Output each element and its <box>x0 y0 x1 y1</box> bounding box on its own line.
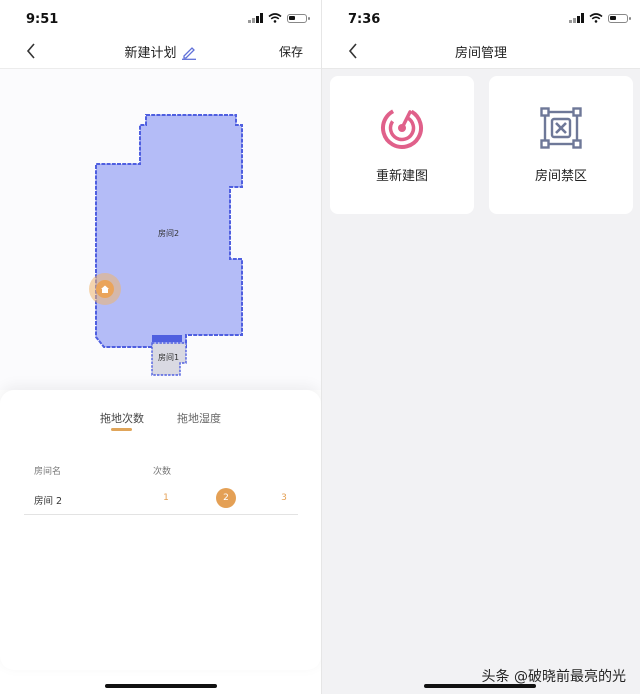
left-screen: 9:51 新建计划 保存 房间2 房间1 拖地次数 拖地湿度 房间名 次数 房间… <box>0 0 321 694</box>
signal-icon <box>248 13 263 23</box>
room-divider <box>152 335 182 342</box>
room-restricted-zone-card[interactable]: 房间禁区 <box>489 76 633 214</box>
rebuild-map-label: 重新建图 <box>375 169 428 184</box>
edit-pencil-icon[interactable] <box>181 44 197 64</box>
table-row-room-name: 房间 2 <box>34 496 63 507</box>
count-option-3[interactable]: 3 <box>274 488 294 508</box>
room-1-label: 房间1 <box>158 353 180 362</box>
watermark-text: 头条 @破晓前最亮的光 <box>481 669 626 685</box>
system-icons <box>569 13 631 23</box>
restricted-zone-icon <box>540 107 582 149</box>
status-time: 7:36 <box>348 12 381 27</box>
count-option-2-selected[interactable]: 2 <box>216 488 236 508</box>
page-title: 房间管理 <box>454 46 507 61</box>
tab-mop-humidity[interactable]: 拖地湿度 <box>177 410 221 426</box>
column-header-room-name: 房间名 <box>34 467 62 477</box>
home-indicator[interactable] <box>105 684 217 688</box>
room-2-label: 房间2 <box>158 229 180 238</box>
active-tab-indicator <box>111 428 132 431</box>
nav-bar: 房间管理 <box>322 34 640 69</box>
right-screen: 7:36 房间管理 重新建图 房间禁区 <box>322 0 640 694</box>
page-title: 新建计划 <box>0 42 321 64</box>
wifi-icon <box>589 13 603 23</box>
tab-mop-count[interactable]: 拖地次数 <box>100 410 144 426</box>
home-icon <box>96 280 114 298</box>
row-divider <box>24 514 298 515</box>
radar-icon <box>381 107 423 149</box>
rebuild-map-card[interactable]: 重新建图 <box>330 76 474 214</box>
charging-dock-marker[interactable] <box>89 273 121 305</box>
floor-map[interactable]: 房间2 房间1 <box>0 68 321 390</box>
battery-icon <box>287 13 310 23</box>
page-title-text: 新建计划 <box>124 46 177 61</box>
status-bar: 9:51 <box>0 0 321 34</box>
column-header-count: 次数 <box>153 467 172 477</box>
signal-icon <box>569 13 584 23</box>
status-time: 9:51 <box>26 12 59 27</box>
status-bar: 7:36 <box>322 0 640 34</box>
wifi-icon <box>268 13 282 23</box>
system-icons <box>248 13 310 23</box>
room-restricted-zone-label: 房间禁区 <box>534 169 587 184</box>
settings-sheet: 拖地次数 拖地湿度 房间名 次数 房间 2 1 2 3 <box>0 390 321 670</box>
count-option-1[interactable]: 1 <box>156 488 176 508</box>
battery-icon <box>608 13 631 23</box>
nav-bar: 新建计划 保存 <box>0 34 321 68</box>
save-button[interactable]: 保存 <box>279 43 303 60</box>
